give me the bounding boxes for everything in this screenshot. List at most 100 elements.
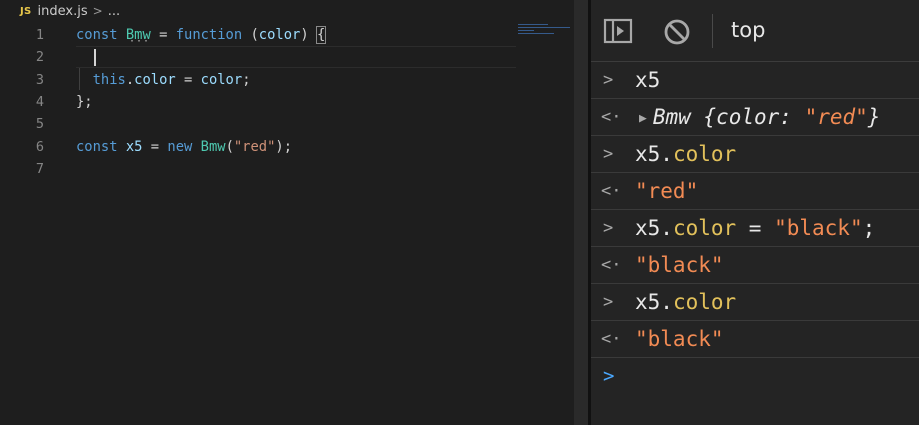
matching-brace: { [315,26,327,44]
chevron-right-icon: > [603,144,614,164]
console-input-text: x5.color [635,136,737,172]
keyword-token: this [92,71,126,88]
object-preview[interactable]: ▶ Bmw {color: "red"} [639,99,881,135]
result-arrow-icon: <· [601,107,622,127]
operator-token: = [175,71,201,88]
punctuation-token: ) [300,27,317,43]
toggle-sidebar-icon[interactable] [603,18,633,48]
console-log: > x5 <· ▶ Bmw {color: "red"} > x5.color <… [591,62,919,395]
indent-token [76,72,93,88]
chevron-right-icon: > [603,70,614,90]
console-input-text: x5.color = "black"; [635,210,876,246]
keyword-token: const [76,27,118,43]
keyword-token: function [175,27,243,43]
property-token: color [672,290,737,314]
class-name-token: Bmw [200,138,226,155]
code-line: this.color = color; [76,69,516,91]
chevron-right-icon: > [92,4,103,18]
console-input-row: > x5.color [591,284,919,321]
class-name-token: Bmw [125,27,151,43]
code-line: }; [76,91,516,113]
breadcrumb-file[interactable]: index.js [38,4,88,19]
console-input-text: x5 [635,62,661,98]
breadcrumb: JS index.js > ... [0,0,590,22]
line-number: 6 [35,138,44,155]
editor-scrollbar[interactable] [574,0,588,425]
operator-token: = [142,138,168,155]
code-line: const x5 = new Bmw("red"); [76,136,516,158]
property-token: color [672,216,737,240]
operator-token: = [150,27,176,43]
line-number: 4 [35,93,44,110]
keyword-token: new [167,138,193,155]
result-arrow-icon: <· [601,255,622,275]
text-cursor [94,49,96,66]
console-output-value: "black" [635,327,724,351]
line-number: 1 [35,27,44,43]
breadcrumb-more[interactable]: ... [108,4,120,19]
keyword-token: const [76,138,118,155]
javascript-file-icon: JS [20,5,32,17]
object-open: {color: [690,105,805,129]
chevron-right-icon: > [603,218,614,238]
console-toolbar: top [591,0,919,62]
line-number-gutter: 1 2 3 4 5 6 7 [0,24,48,180]
console-output-row: <· ▶ Bmw {color: "red"} [591,99,919,136]
variable-token: x5. [635,290,673,314]
console-input-row: > x5.color = "black"; [591,210,919,247]
parameter-token: color [258,27,301,43]
console-output-value: "black" [635,253,724,277]
punctuation-token: . [125,71,135,88]
line-number: 7 [35,160,44,177]
string-token: "red" [233,138,276,155]
object-class-name: Bmw [652,105,691,129]
variable-token: x5 [635,68,661,92]
active-prompt-icon: > [603,365,615,387]
property-value: "red" [804,105,868,129]
variable-token: x5 [125,138,143,155]
console-prompt-row[interactable]: > [591,358,919,395]
punctuation-token: ( [242,27,259,43]
operator-token: = [736,216,775,240]
variable-token: x5. [635,142,673,166]
punctuation-token: ; [862,216,876,240]
property-token: color [672,142,737,166]
code-editor[interactable]: JS index.js > ... ··· 1 2 3 4 5 6 7 cons… [0,0,590,425]
minimap[interactable] [518,24,574,38]
punctuation-token: ; [242,71,251,88]
code-line: const Bmw = function (color) { [76,24,516,46]
console-output-row: <· "red" [591,173,919,210]
punctuation-token: ); [275,138,293,155]
clear-console-icon[interactable] [663,18,691,50]
line-number: 3 [35,71,44,88]
console-output-row: <· "black" [591,247,919,284]
string-token: "black" [774,216,863,240]
chevron-right-icon: > [603,292,614,312]
property-token: color [134,71,176,88]
line-number: 5 [35,116,44,133]
console-input-text: x5.color [635,284,737,320]
console-input-row: > x5.color [591,136,919,173]
code-text-area[interactable]: const Bmw = function (color) { this.colo… [76,24,516,180]
variable-token: color [200,71,243,88]
punctuation-token: }; [76,93,93,110]
object-close: } [867,105,881,129]
result-arrow-icon: <· [601,329,622,349]
console-output-row: <· "black" [591,321,919,358]
console-output-value: "red" [635,179,699,203]
devtools-console[interactable]: top > x5 <· ▶ Bmw {color: "red"} > x5.col… [591,0,919,425]
expand-triangle-icon[interactable]: ▶ [639,111,647,126]
console-input-row: > x5 [591,62,919,99]
result-arrow-icon: <· [601,181,622,201]
variable-token: x5. [635,216,673,240]
execution-context-selector[interactable]: top [731,18,765,42]
punctuation-token: ( [225,138,234,155]
line-number: 2 [35,49,44,66]
toolbar-separator [712,14,713,48]
